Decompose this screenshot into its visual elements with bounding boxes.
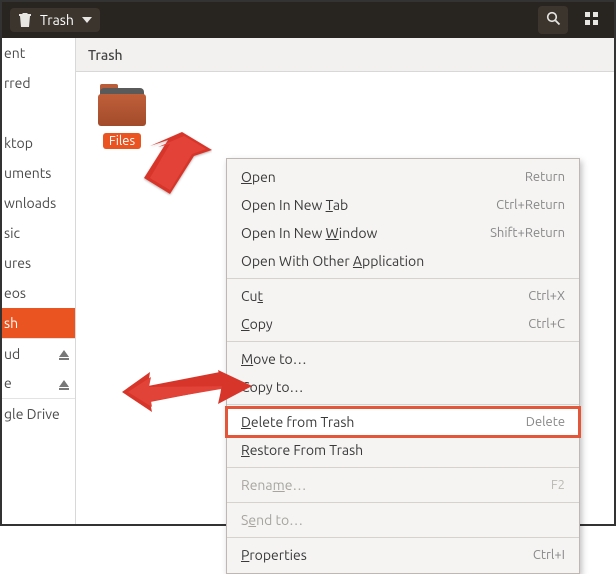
- menu-cut[interactable]: Cut Ctrl+X: [227, 282, 579, 310]
- menu-rename: Rename… F2: [227, 471, 579, 499]
- menu-separator: [227, 278, 579, 279]
- menu-move-to[interactable]: Move to…: [227, 345, 579, 373]
- shortcut: Delete: [526, 413, 565, 431]
- sidebar-item-recent[interactable]: ent: [2, 38, 75, 68]
- shortcut: F2: [551, 476, 565, 494]
- view-grid-button[interactable]: [576, 6, 606, 34]
- sidebar-item-pictures[interactable]: ures: [2, 248, 75, 278]
- sidebar-item-music[interactable]: sic: [2, 218, 75, 248]
- sidebar-item-home[interactable]: [2, 98, 75, 128]
- location-label: Trash: [40, 12, 74, 28]
- sidebar: ent rred ktop uments wnloads sic ures eo…: [2, 38, 76, 524]
- file-label: Files: [103, 133, 141, 149]
- menu-restore-from-trash[interactable]: Restore From Trash: [227, 436, 579, 464]
- menu-properties[interactable]: Properties Ctrl+I: [227, 541, 579, 569]
- menu-open[interactable]: Open Return: [227, 163, 579, 191]
- eject-icon[interactable]: [59, 380, 69, 387]
- menu-copy-to[interactable]: Copy to…: [227, 373, 579, 401]
- shortcut: Ctrl+Return: [496, 196, 565, 214]
- sidebar-item-google-drive[interactable]: gle Drive: [2, 398, 75, 428]
- shortcut: Ctrl+I: [533, 546, 565, 564]
- folder-icon: [98, 88, 146, 128]
- sidebar-item-starred[interactable]: rred: [2, 68, 75, 98]
- menu-copy[interactable]: Copy Ctrl+C: [227, 310, 579, 338]
- menu-separator: [227, 502, 579, 503]
- sidebar-item-cloud[interactable]: ud: [2, 338, 75, 368]
- search-button[interactable]: [538, 6, 568, 34]
- menu-separator: [227, 404, 579, 405]
- files-area[interactable]: Files: [76, 72, 614, 165]
- sidebar-item-videos[interactable]: eos: [2, 278, 75, 308]
- menu-delete-from-trash[interactable]: Delete from Trash Delete: [227, 408, 579, 436]
- content-title: Trash: [88, 47, 123, 63]
- grid-icon: [584, 11, 599, 29]
- sidebar-item-trash[interactable]: sh: [2, 308, 75, 338]
- menu-open-with[interactable]: Open With Other Application: [227, 247, 579, 275]
- shortcut: Ctrl+X: [528, 287, 565, 305]
- eject-icon[interactable]: [59, 350, 69, 357]
- shortcut: Ctrl+C: [528, 315, 565, 333]
- shortcut: Shift+Return: [490, 224, 565, 242]
- chevron-down-icon: [82, 17, 92, 23]
- location-crumb[interactable]: Trash: [10, 8, 100, 32]
- menu-send-to: Send to…: [227, 506, 579, 534]
- sidebar-item-desktop[interactable]: ktop: [2, 128, 75, 158]
- location-header: Trash: [76, 38, 614, 72]
- titlebar: Trash: [2, 2, 614, 38]
- menu-separator: [227, 537, 579, 538]
- sidebar-item-downloads[interactable]: wnloads: [2, 188, 75, 218]
- sidebar-item-drive[interactable]: e: [2, 368, 75, 398]
- shortcut: Return: [525, 168, 565, 186]
- menu-separator: [227, 341, 579, 342]
- trash-icon: [18, 12, 32, 28]
- search-icon: [546, 11, 561, 29]
- menu-open-new-tab[interactable]: Open In New Tab Ctrl+Return: [227, 191, 579, 219]
- menu-separator: [227, 467, 579, 468]
- menu-open-new-window[interactable]: Open In New Window Shift+Return: [227, 219, 579, 247]
- context-menu: Open Return Open In New Tab Ctrl+Return …: [226, 158, 580, 574]
- sidebar-item-documents[interactable]: uments: [2, 158, 75, 188]
- file-item-files[interactable]: Files: [94, 88, 150, 149]
